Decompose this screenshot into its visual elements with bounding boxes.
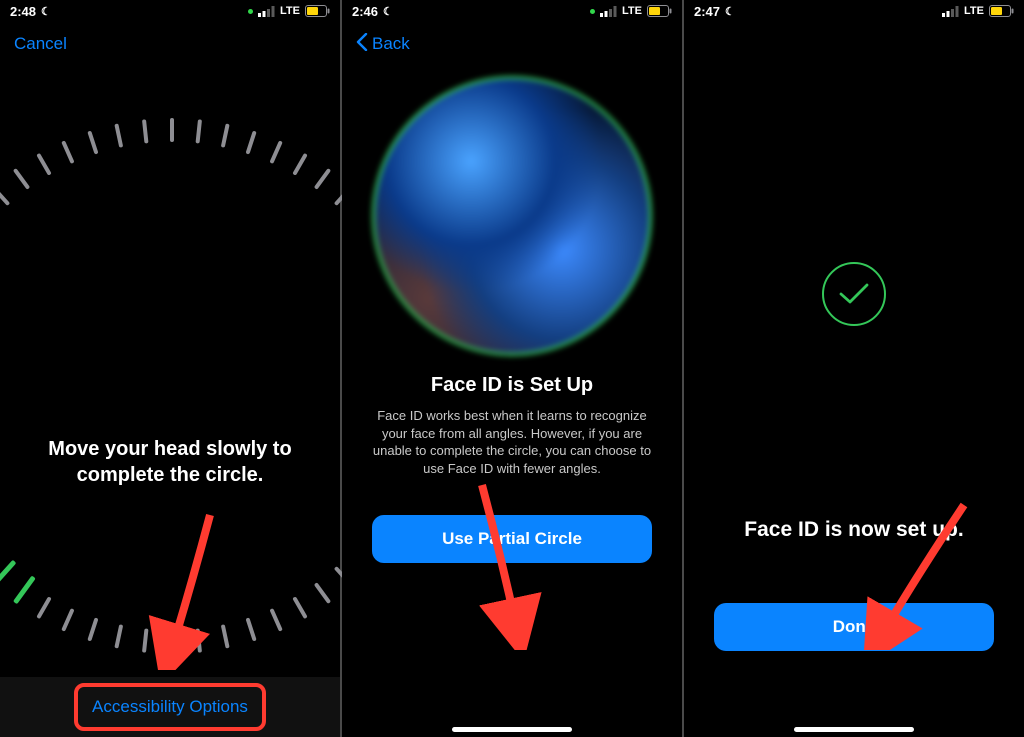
setup-title: Face ID is Set Up	[342, 374, 682, 397]
status-time: 2:47	[694, 4, 720, 19]
battery-icon	[647, 5, 672, 17]
done-title: Face ID is now set up.	[684, 516, 1024, 543]
cancel-button[interactable]: Cancel	[14, 34, 67, 54]
annotation-arrow-icon	[442, 480, 552, 650]
screen-face-id-done: 2:47 ☾ LTE Face ID is now set up. Done	[684, 0, 1024, 737]
status-bar: 2:46 ☾ LTE	[342, 0, 682, 22]
cellular-signal-icon	[258, 6, 275, 17]
do-not-disturb-icon: ☾	[383, 5, 393, 18]
back-button[interactable]: Back	[372, 34, 410, 54]
cellular-signal-icon	[942, 6, 959, 17]
accessibility-options-button[interactable]: Accessibility Options	[74, 683, 266, 731]
battery-icon	[305, 5, 330, 17]
use-partial-circle-button[interactable]: Use Partial Circle	[372, 515, 652, 563]
camera-indicator-icon	[590, 9, 595, 14]
nav-bar: Back	[342, 22, 682, 66]
face-preview-circle	[372, 76, 652, 356]
back-chevron-icon[interactable]	[356, 33, 368, 56]
face-scan-progress-circle	[30, 106, 310, 386]
nav-bar: Cancel	[0, 22, 340, 66]
annotation-arrow-icon	[420, 490, 520, 640]
camera-indicator-icon	[248, 9, 253, 14]
footer-bar: Accessibility Options	[0, 677, 340, 737]
annotation-arrow-icon	[140, 510, 230, 670]
do-not-disturb-icon: ☾	[725, 5, 735, 18]
status-bar: 2:47 ☾ LTE	[684, 0, 1024, 22]
status-time: 2:48	[10, 4, 36, 19]
network-label: LTE	[280, 5, 300, 17]
status-time: 2:46	[352, 4, 378, 19]
battery-icon	[989, 5, 1014, 17]
network-label: LTE	[964, 5, 984, 17]
network-label: LTE	[622, 5, 642, 17]
scan-instruction-text: Move your head slowly to complete the ci…	[0, 436, 340, 488]
do-not-disturb-icon: ☾	[41, 5, 51, 18]
setup-description: Face ID works best when it learns to rec…	[342, 407, 682, 477]
cellular-signal-icon	[600, 6, 617, 17]
screen-face-id-partial: 2:46 ☾ LTE Back Face ID is Set Up Face I…	[342, 0, 682, 737]
done-button[interactable]: Done	[714, 603, 994, 651]
screen-face-id-scan: 2:48 ☾ LTE Cancel Move your head slowly …	[0, 0, 340, 737]
success-checkmark-icon	[822, 262, 886, 326]
home-indicator[interactable]	[452, 727, 572, 732]
status-bar: 2:48 ☾ LTE	[0, 0, 340, 22]
home-indicator[interactable]	[794, 727, 914, 732]
